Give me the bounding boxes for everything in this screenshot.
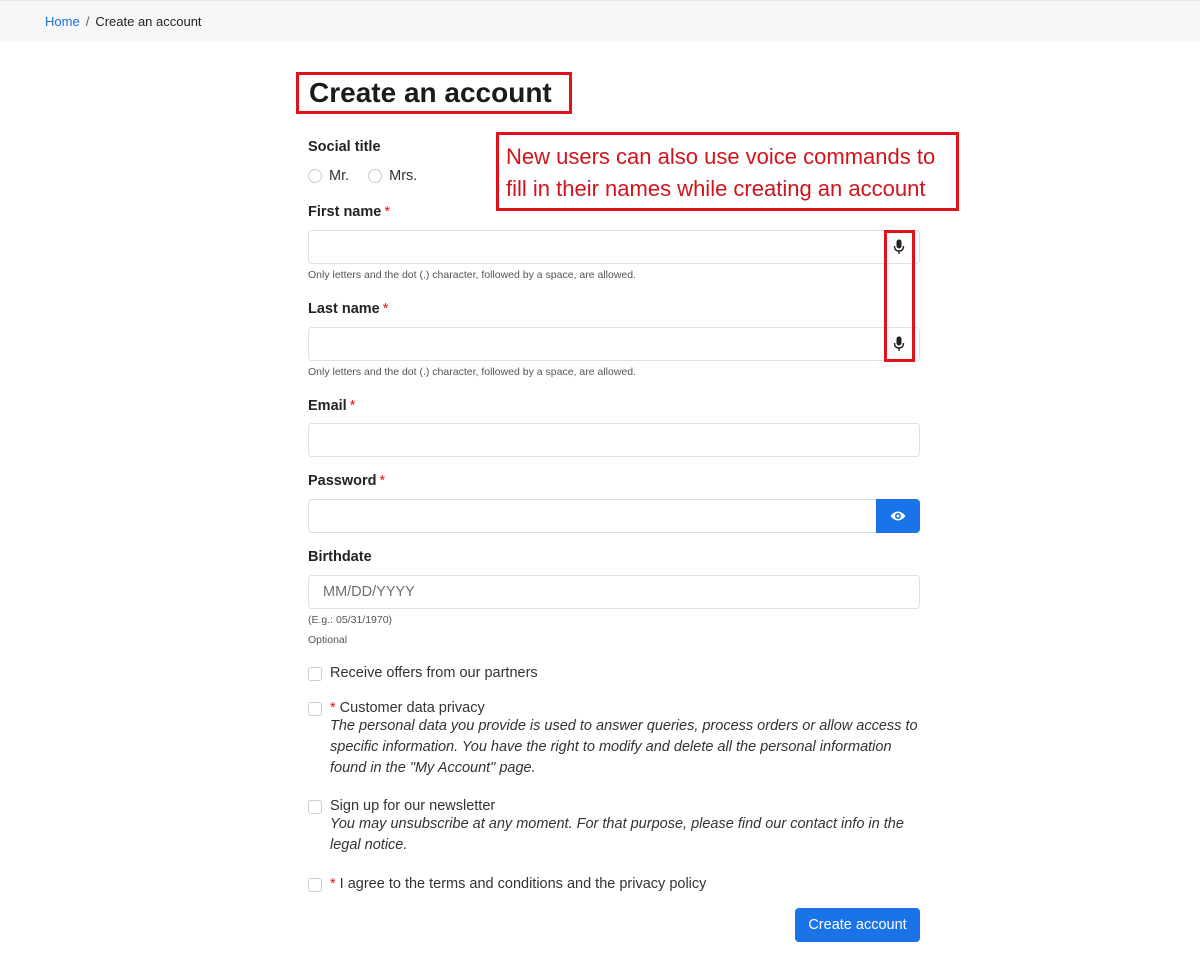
terms-label: I agree to the terms and conditions and … <box>339 876 707 892</box>
page-title: Create an account <box>296 72 572 114</box>
terms-checkbox[interactable] <box>308 878 322 892</box>
customer-privacy-label: Customer data privacy <box>339 700 485 716</box>
show-password-button[interactable] <box>876 499 920 533</box>
partners-offers-row: Receive offers from our partners <box>308 665 920 681</box>
newsletter-row: Sign up for our newsletter You may unsub… <box>308 798 920 856</box>
required-mark: * <box>330 700 336 716</box>
password-label: Password * <box>308 473 385 489</box>
last-name-label-text: Last name <box>308 301 380 317</box>
eye-icon <box>890 511 906 521</box>
radio-option-mr[interactable]: Mr. <box>308 168 349 184</box>
first-name-label: First name * <box>308 204 390 220</box>
required-mark: * <box>349 398 356 414</box>
customer-privacy-description: The personal data you provide is used to… <box>330 718 918 776</box>
birthdate-input[interactable] <box>308 575 920 609</box>
email-label: Email * <box>308 398 355 414</box>
customer-privacy-checkbox[interactable] <box>308 702 322 716</box>
password-input[interactable] <box>308 499 877 533</box>
last-name-input[interactable] <box>308 327 920 361</box>
email-label-text: Email <box>308 398 347 414</box>
newsletter-text: Sign up for our newsletter You may unsub… <box>330 798 920 856</box>
create-account-button[interactable]: Create account <box>795 908 920 942</box>
terms-text: * I agree to the terms and conditions and… <box>330 876 920 892</box>
password-label-text: Password <box>308 473 377 489</box>
first-name-label-text: First name <box>308 204 382 220</box>
birthdate-optional: Optional <box>308 634 348 646</box>
breadcrumb: Home / Create an account <box>0 0 1200 41</box>
annotation-line-1: New users can also use voice commands to <box>506 144 936 169</box>
partners-offers-label: Receive offers from our partners <box>330 665 538 681</box>
breadcrumb-current: Create an account <box>95 14 202 29</box>
annotation-callout: New users can also use voice commands to… <box>496 132 959 211</box>
required-mark: * <box>384 204 390 220</box>
radio-mrs-label: Mrs. <box>389 168 418 184</box>
customer-privacy-text: * Customer data privacy The personal data… <box>330 700 920 779</box>
required-mark: * <box>330 876 336 892</box>
partners-offers-checkbox[interactable] <box>308 667 322 681</box>
social-title-radio-group: Mr. Mrs. <box>308 166 436 186</box>
newsletter-checkbox[interactable] <box>308 800 322 814</box>
annotation-line-2: fill in their names while creating an ac… <box>506 176 926 201</box>
radio-mr-label: Mr. <box>329 168 350 184</box>
breadcrumb-separator: / <box>85 14 90 29</box>
first-name-microphone-icon[interactable] <box>889 237 909 257</box>
required-mark: * <box>379 473 386 489</box>
radio-option-mrs[interactable]: Mrs. <box>368 168 417 184</box>
last-name-microphone-icon[interactable] <box>889 334 909 354</box>
birthdate-label: Birthdate <box>308 549 372 565</box>
terms-row: * I agree to the terms and conditions and… <box>308 876 920 892</box>
radio-mr[interactable] <box>308 169 322 183</box>
birthdate-example: (E.g.: 05/31/1970) <box>308 614 393 626</box>
social-title-label: Social title <box>308 139 381 155</box>
last-name-help: Only letters and the dot (.) character, … <box>308 366 637 378</box>
required-mark: * <box>382 301 389 317</box>
email-input[interactable] <box>308 423 920 457</box>
first-name-help: Only letters and the dot (.) character, … <box>308 269 637 281</box>
breadcrumb-home-link[interactable]: Home <box>45 14 80 29</box>
newsletter-description: You may unsubscribe at any moment. For t… <box>330 816 904 853</box>
radio-mrs[interactable] <box>368 169 383 183</box>
newsletter-label: Sign up for our newsletter <box>330 798 496 814</box>
first-name-input[interactable] <box>308 230 920 264</box>
last-name-label: Last name * <box>308 301 388 317</box>
customer-privacy-row: * Customer data privacy The personal data… <box>308 700 920 779</box>
